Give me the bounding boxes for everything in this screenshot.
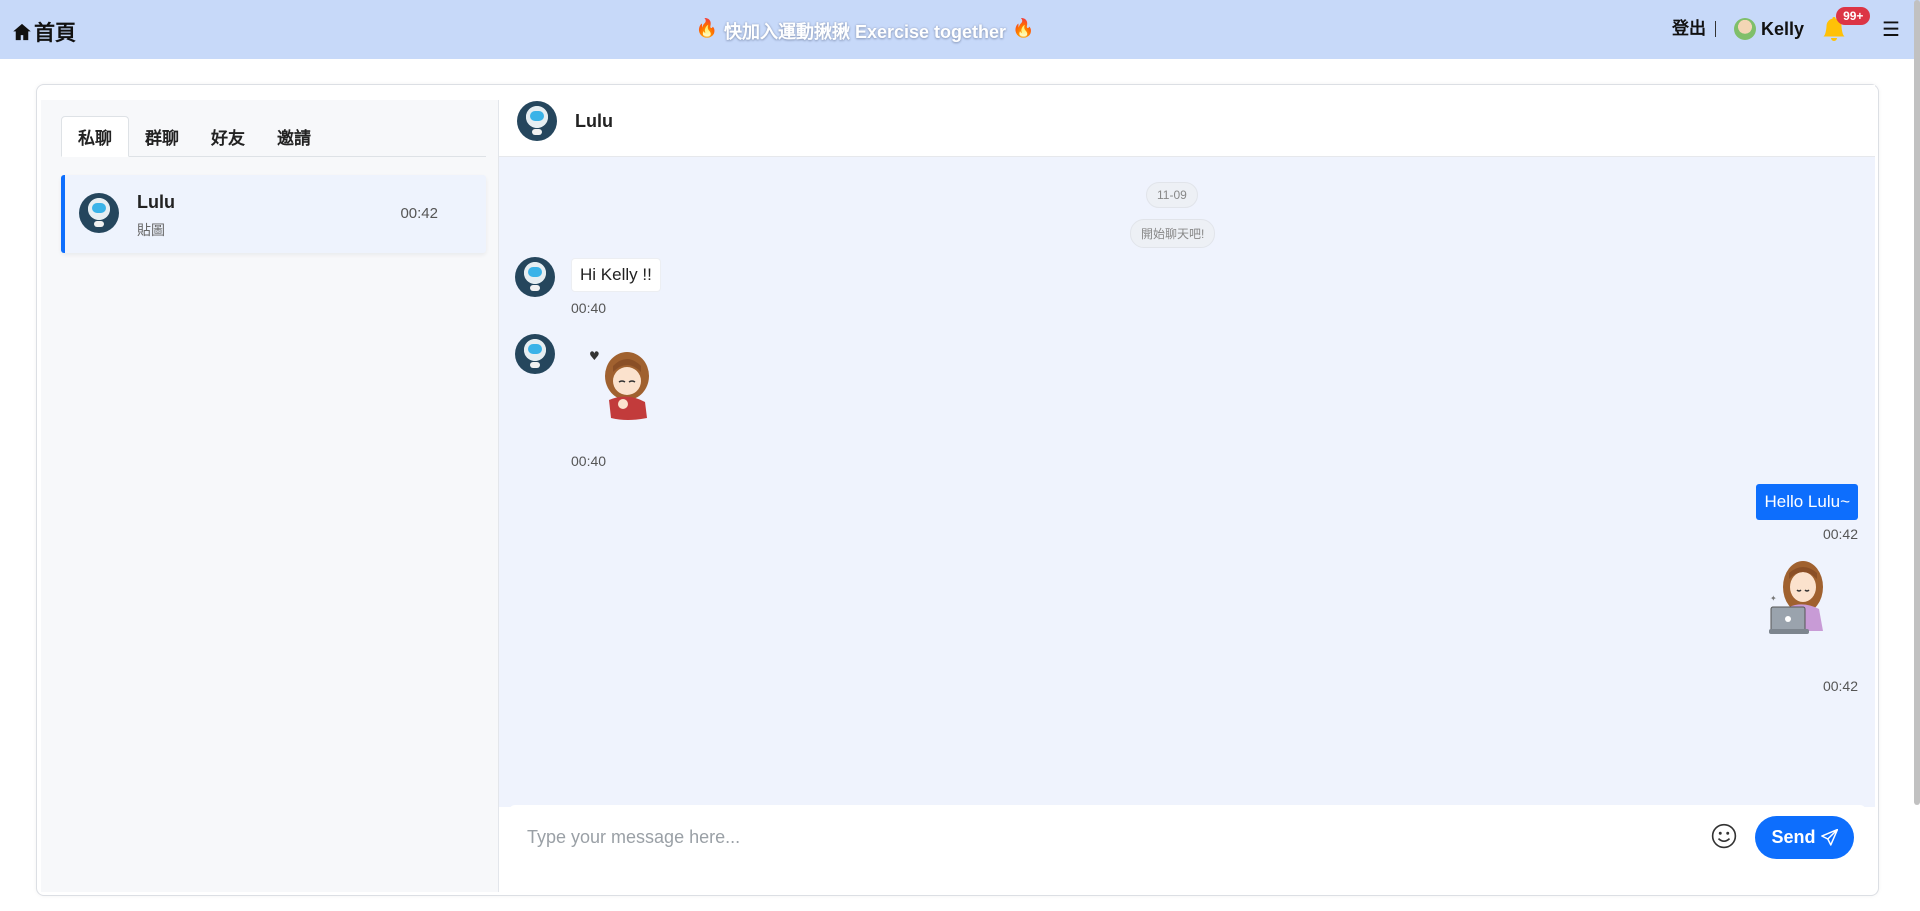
chat-card: 私聊 群聊 好友 邀請 Lulu 貼圖 00:42 Lulu 11-09 開始聊… <box>36 84 1879 896</box>
page-scrollbar[interactable] <box>1914 0 1920 805</box>
tab-friends[interactable]: 好友 <box>195 116 261 157</box>
chat-tabs: 私聊 群聊 好友 邀請 <box>61 116 486 157</box>
chat-item-preview: 貼圖 <box>137 222 165 238</box>
sender-avatar <box>515 334 555 374</box>
message-time: 00:40 <box>571 453 607 469</box>
tab-group[interactable]: 群聊 <box>129 116 195 157</box>
send-label: Send <box>1771 827 1816 847</box>
chat-item-name: Lulu <box>137 192 175 212</box>
svg-text:✦: ✦ <box>1770 594 1777 603</box>
user-profile-link[interactable]: Kelly <box>1734 18 1804 40</box>
date-divider: 11-09 <box>1146 182 1198 208</box>
contact-avatar <box>517 101 557 141</box>
message-time: 00:42 <box>1822 678 1858 694</box>
send-icon <box>1820 829 1838 846</box>
notification-button[interactable]: 99+ <box>1822 7 1871 42</box>
chat-contact-name: Lulu <box>575 111 613 131</box>
message-input[interactable] <box>527 823 1677 851</box>
fire-icon: 🔥 <box>695 18 718 38</box>
chat-list-item[interactable]: Lulu 貼圖 00:42 <box>61 175 486 253</box>
top-navbar: 首頁 🔥 快加入運動揪揪 Exercise together 🔥 登出 Kell… <box>0 0 1920 59</box>
notification-badge: 99+ <box>1836 7 1871 25</box>
fire-icon: 🔥 <box>1012 18 1035 38</box>
tab-invitations[interactable]: 邀請 <box>261 116 327 157</box>
banner-text: 快加入運動揪揪 Exercise together <box>723 22 1007 42</box>
user-avatar <box>1734 18 1757 40</box>
message-time: 00:40 <box>571 300 607 316</box>
message-bubble-incoming: Hi Kelly !! <box>571 258 661 292</box>
girl-laptop-sticker: ✦ <box>1769 561 1823 634</box>
hamburger-icon[interactable]: ☰ <box>1882 17 1900 42</box>
contact-avatar <box>79 193 119 233</box>
send-button[interactable]: Send <box>1755 816 1854 859</box>
message-composer: Send <box>509 805 1866 869</box>
logout-link[interactable]: 登出 <box>1672 20 1717 37</box>
message-time: 00:42 <box>1822 526 1858 542</box>
message-bubble-outgoing: Hello Lulu~ <box>1756 484 1858 520</box>
nav-right-group: 登出 Kelly 99+ ☰ <box>1672 7 1900 44</box>
chat-sidebar: 私聊 群聊 好友 邀請 Lulu 貼圖 00:42 <box>41 100 499 892</box>
chat-item-time: 00:42 <box>400 205 438 222</box>
svg-text:♥: ♥ <box>589 349 600 363</box>
user-name: Kelly <box>1761 18 1805 39</box>
system-message: 開始聊天吧! <box>1130 219 1216 248</box>
emoji-icon[interactable] <box>1711 823 1737 849</box>
tab-private[interactable]: 私聊 <box>61 116 129 157</box>
chat-header: Lulu <box>499 85 1875 157</box>
girl-waving-sticker: ♥ <box>589 349 649 420</box>
promo-banner: 🔥 快加入運動揪揪 Exercise together 🔥 <box>0 18 1730 44</box>
sender-avatar <box>515 257 555 297</box>
message-area[interactable]: 11-09 開始聊天吧! Hi Kelly !! 00:40 ♥ 00:40 H… <box>499 157 1875 807</box>
